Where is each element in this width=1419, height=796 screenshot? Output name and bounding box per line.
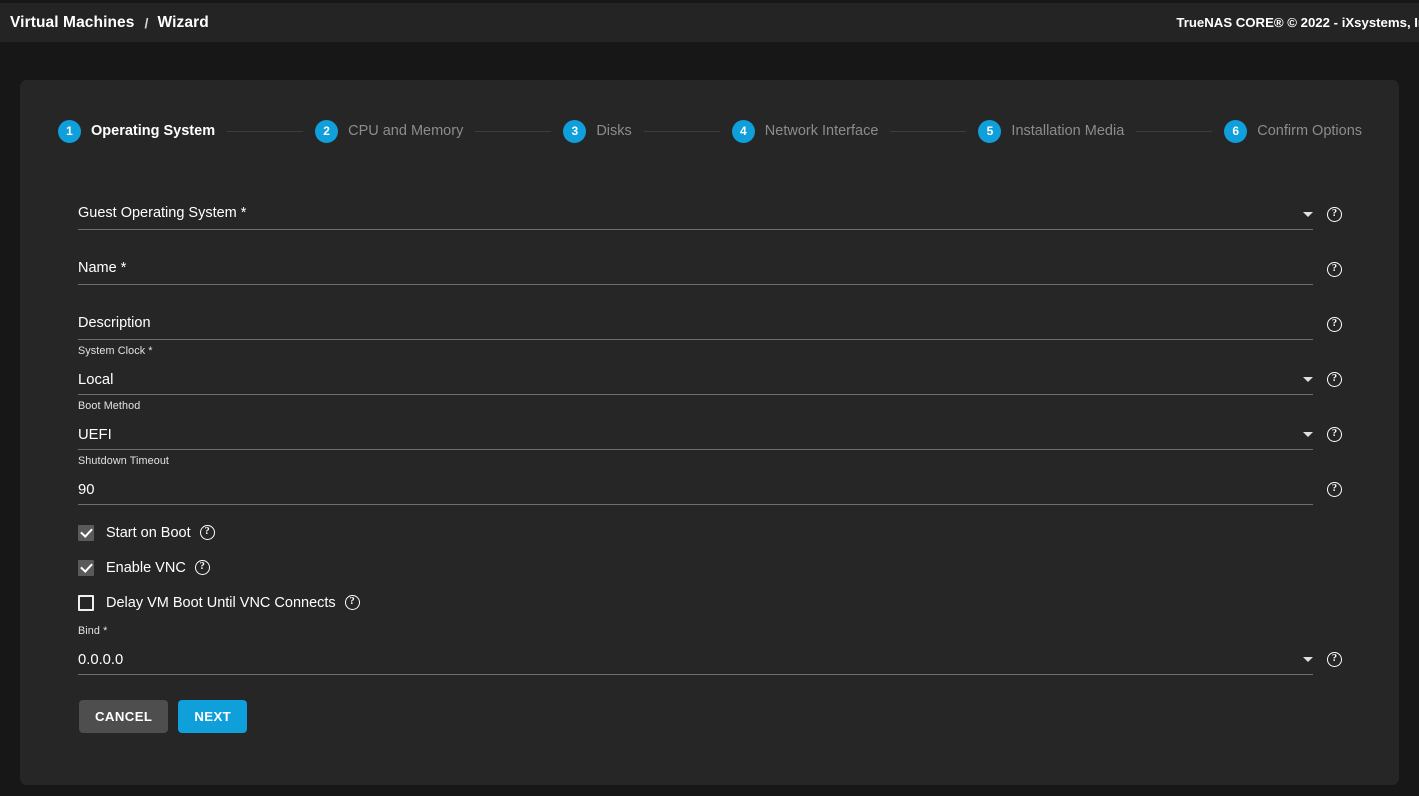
bind-value: 0.0.0.0 (78, 652, 123, 668)
bind-select[interactable]: Bind * 0.0.0.0 (78, 620, 1313, 675)
step-number-5: 5 (978, 120, 1001, 143)
checkbox-label-delay-vm-boot: Delay VM Boot Until VNC Connects (106, 595, 336, 611)
step-label-network-interface: Network Interface (765, 123, 879, 139)
step-connector-1 (227, 131, 303, 132)
step-label-cpu-and-memory: CPU and Memory (348, 123, 463, 139)
chevron-down-icon[interactable] (1303, 377, 1313, 382)
next-button[interactable]: NEXT (178, 700, 247, 733)
help-circle-icon-enable-vnc[interactable]: ? (195, 560, 210, 575)
field-description[interactable]: Description ? (58, 285, 1362, 340)
step-operating-system[interactable]: 1 Operating System (58, 120, 215, 143)
boot-method-label: Boot Method (78, 400, 140, 412)
bind-label: Bind * (78, 625, 107, 637)
help-circle-icon-boot-method[interactable]: ? (1327, 427, 1342, 442)
step-number-6: 6 (1224, 120, 1247, 143)
step-connector-3 (644, 131, 720, 132)
breadcrumb-item-virtual-machines[interactable]: Virtual Machines (10, 14, 135, 32)
step-cpu-and-memory[interactable]: 2 CPU and Memory (315, 120, 463, 143)
wizard-actions: CANCEL NEXT (79, 700, 247, 733)
wizard-stepper: 1 Operating System 2 CPU and Memory 3 Di… (58, 118, 1362, 144)
checkbox-row-enable-vnc[interactable]: Enable VNC ? (58, 550, 1362, 585)
shutdown-timeout-label: Shutdown Timeout (78, 455, 169, 467)
description-input[interactable]: Description (78, 285, 1313, 340)
help-circle-icon-delay-vm-boot[interactable]: ? (345, 595, 360, 610)
step-number-1: 1 (58, 120, 81, 143)
step-confirm-options[interactable]: 6 Confirm Options (1224, 120, 1362, 143)
step-label-operating-system: Operating System (91, 123, 215, 139)
operating-system-form: Guest Operating System * ? Name * ? Desc… (58, 175, 1362, 675)
checkbox-delay-vm-boot[interactable] (78, 595, 94, 611)
system-clock-label: System Clock * (78, 345, 153, 357)
step-network-interface[interactable]: 4 Network Interface (732, 120, 879, 143)
system-clock-value: Local (78, 372, 113, 388)
help-circle-icon-shutdown-timeout[interactable]: ? (1327, 482, 1342, 497)
breadcrumb: Virtual Machines / Wizard (10, 14, 209, 32)
step-number-3: 3 (563, 120, 586, 143)
breadcrumb-separator: / (145, 15, 149, 31)
step-installation-media[interactable]: 5 Installation Media (978, 120, 1124, 143)
shutdown-timeout-input[interactable]: Shutdown Timeout 90 (78, 450, 1313, 505)
field-shutdown-timeout[interactable]: Shutdown Timeout 90 ? (58, 450, 1362, 505)
step-label-installation-media: Installation Media (1011, 123, 1124, 139)
cancel-button[interactable]: CANCEL (79, 700, 168, 733)
field-guest-operating-system[interactable]: Guest Operating System * ? (58, 175, 1362, 230)
field-boot-method[interactable]: Boot Method UEFI ? (58, 395, 1362, 450)
step-label-disks: Disks (596, 123, 631, 139)
help-circle-icon-start-on-boot[interactable]: ? (200, 525, 215, 540)
help-circle-icon-description[interactable]: ? (1327, 317, 1342, 332)
guest-operating-system-label: Guest Operating System * (78, 205, 246, 221)
breadcrumb-item-wizard[interactable]: Wizard (158, 14, 209, 32)
checkbox-row-delay-vm-boot[interactable]: Delay VM Boot Until VNC Connects ? (58, 585, 1362, 620)
step-connector-2 (475, 131, 551, 132)
field-vm-name[interactable]: Name * ? (58, 230, 1362, 285)
chevron-down-icon[interactable] (1303, 432, 1313, 437)
checkbox-label-enable-vnc: Enable VNC (106, 560, 186, 576)
field-system-clock[interactable]: System Clock * Local ? (58, 340, 1362, 395)
help-circle-icon-bind[interactable]: ? (1327, 652, 1342, 667)
help-circle-icon-system-clock[interactable]: ? (1327, 372, 1342, 387)
vm-name-input[interactable]: Name * (78, 230, 1313, 285)
boot-method-select[interactable]: Boot Method UEFI (78, 395, 1313, 450)
checkbox-row-start-on-boot[interactable]: Start on Boot ? (58, 515, 1362, 550)
step-number-2: 2 (315, 120, 338, 143)
step-label-confirm-options: Confirm Options (1257, 123, 1362, 139)
top-bar: Virtual Machines / Wizard TrueNAS CORE® … (0, 3, 1419, 42)
checkbox-start-on-boot[interactable] (78, 525, 94, 541)
help-circle-icon-guest-operating-system[interactable]: ? (1327, 207, 1342, 222)
vm-name-label: Name * (78, 260, 126, 276)
copyright-text: TrueNAS CORE® © 2022 - iXsystems, Inc. (1176, 15, 1419, 30)
chevron-down-icon[interactable] (1303, 212, 1313, 217)
boot-method-value: UEFI (78, 427, 112, 443)
help-circle-icon-vm-name[interactable]: ? (1327, 262, 1342, 277)
guest-operating-system-select[interactable]: Guest Operating System * (78, 175, 1313, 230)
description-label: Description (78, 315, 151, 331)
shutdown-timeout-value: 90 (78, 482, 94, 498)
checkbox-enable-vnc[interactable] (78, 560, 94, 576)
step-connector-5 (1136, 131, 1212, 132)
step-disks[interactable]: 3 Disks (563, 120, 631, 143)
system-clock-select[interactable]: System Clock * Local (78, 340, 1313, 395)
checkbox-label-start-on-boot: Start on Boot (106, 525, 191, 541)
field-bind[interactable]: Bind * 0.0.0.0 ? (58, 620, 1362, 675)
chevron-down-icon[interactable] (1303, 657, 1313, 662)
step-number-4: 4 (732, 120, 755, 143)
wizard-card: 1 Operating System 2 CPU and Memory 3 Di… (20, 80, 1399, 785)
step-connector-4 (890, 131, 966, 132)
